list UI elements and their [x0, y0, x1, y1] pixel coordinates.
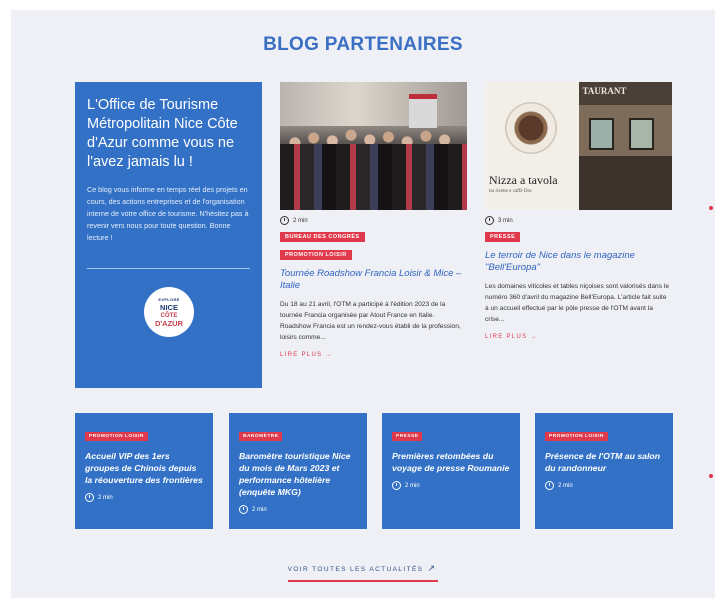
read-time-value: 3 min	[498, 217, 513, 224]
arrow-up-right-icon: ↗	[427, 563, 437, 573]
card-tag[interactable]: PROMOTION LOISIR	[545, 432, 608, 441]
card-tag[interactable]: PRESSE	[392, 432, 423, 441]
news-card-vip-chinois[interactable]: PROMOTION LOISIR Accueil VIP des 1ers gr…	[75, 413, 213, 529]
tag-bureau-congres[interactable]: BUREAU DES CONGRÈS	[280, 232, 365, 242]
intro-panel: L'Office de Tourisme Métropolitain Nice …	[75, 82, 262, 388]
card-read-time: 2 min	[252, 506, 267, 513]
carousel-dot[interactable]	[709, 206, 713, 210]
clock-icon	[280, 216, 289, 225]
article-photo-group[interactable]	[280, 82, 467, 210]
read-time: 2 min	[280, 216, 467, 225]
article-photo-magazine[interactable]: Nizza a tavola tra ricette e caffè Doc TA…	[485, 82, 672, 210]
see-all-news-link[interactable]: VOIR TOUTES LES ACTUALITÉS ↗	[287, 563, 439, 582]
card-read-time: 2 min	[405, 482, 420, 489]
card-tag[interactable]: PROMOTION LOISIR	[85, 432, 148, 441]
article-card-roadshow: 2 min BUREAU DES CONGRÈS PROMOTION LOISI…	[280, 82, 467, 361]
article-title[interactable]: Le terroir de Nice dans le magazine "Bel…	[485, 250, 672, 274]
clock-icon	[485, 216, 494, 225]
read-more-link[interactable]: LIRE PLUS →	[280, 352, 333, 358]
carousel-dot[interactable]	[709, 474, 713, 478]
news-cards: PROMOTION LOISIR Accueil VIP des 1ers gr…	[75, 413, 683, 529]
explore-nice-logo[interactable]: EXPLORE NICE CÔTE D'AZUR	[144, 287, 194, 337]
intro-text: Ce blog vous informe en temps réel des p…	[87, 185, 249, 242]
logo-line-2: NICE	[160, 303, 178, 312]
news-card-roumanie[interactable]: PRESSE Premières retombées du voyage de …	[382, 413, 520, 529]
clock-icon	[545, 481, 554, 490]
logo-line-4: D'AZUR	[154, 319, 184, 328]
intro-heading: L'Office de Tourisme Métropolitain Nice …	[87, 97, 238, 170]
restaurant-sign: TAURANT	[582, 86, 627, 96]
read-more-link[interactable]: LIRE PLUS →	[485, 334, 538, 340]
read-time: 3 min	[485, 216, 672, 225]
article-excerpt: Du 18 au 21 avril, l'OTM a participé à l…	[280, 301, 461, 341]
section-title: BLOG PARTENAIRES	[263, 34, 463, 55]
article-excerpt: Les domaines viticoles et tables niçoise…	[485, 283, 669, 323]
article-card-bell-europa: Nizza a tavola tra ricette e caffè Doc TA…	[485, 82, 672, 343]
clock-icon	[392, 481, 401, 490]
card-tag[interactable]: BAROMÈTRE	[239, 432, 283, 441]
news-card-salon-randonneur[interactable]: PROMOTION LOISIR Présence de l'OTM au sa…	[535, 413, 673, 529]
card-read-time: 2 min	[558, 482, 573, 489]
card-title[interactable]: Premières retombées du voyage de presse …	[392, 450, 510, 474]
magazine-subtitle: tra ricette e caffè Doc	[489, 189, 533, 194]
tag-promotion-loisir[interactable]: PROMOTION LOISIR	[280, 250, 352, 260]
see-all-label: VOIR TOUTES LES ACTUALITÉS	[287, 566, 424, 573]
read-time-value: 2 min	[293, 217, 308, 224]
clock-icon	[239, 505, 248, 514]
card-title[interactable]: Présence de l'OTM au salon du randonneur	[545, 450, 663, 474]
article-title[interactable]: Tournée Roadshow Francia Loisir & Mice –…	[280, 268, 467, 292]
card-title[interactable]: Accueil VIP des 1ers groupes de Chinois …	[85, 450, 203, 486]
news-card-barometre[interactable]: BAROMÈTRE Baromètre touristique Nice du …	[229, 413, 367, 529]
see-all-news: VOIR TOUTES LES ACTUALITÉS ↗	[11, 558, 715, 582]
clock-icon	[85, 493, 94, 502]
tag-presse[interactable]: PRESSE	[485, 232, 521, 242]
card-read-time: 2 min	[98, 494, 113, 501]
blog-section: BLOG PARTENAIRES L'Office de Tourisme Mé…	[11, 10, 715, 598]
divider	[87, 268, 250, 269]
card-title[interactable]: Baromètre touristique Nice du mois de Ma…	[239, 450, 357, 498]
magazine-title: Nizza a tavola	[489, 173, 558, 187]
